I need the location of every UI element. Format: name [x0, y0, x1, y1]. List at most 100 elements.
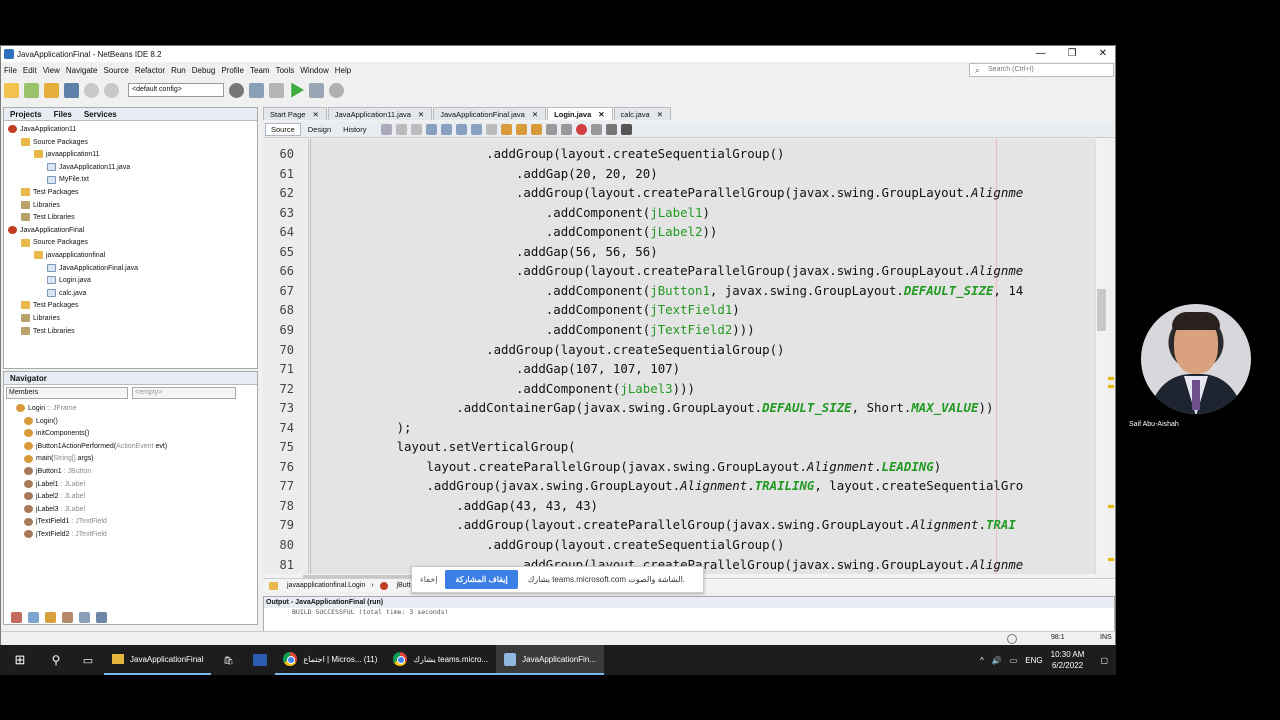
- tree-node[interactable]: JavaApplication11.java: [8, 162, 257, 175]
- close-tab-icon[interactable]: ✕: [306, 110, 318, 119]
- history-mode-button[interactable]: History: [338, 124, 371, 135]
- editor-tool-icon[interactable]: [486, 124, 498, 135]
- editor-vertical-scrollbar[interactable]: [1095, 139, 1107, 574]
- menu-source[interactable]: Source: [103, 66, 128, 75]
- editor-tool-icon[interactable]: [471, 124, 483, 135]
- build-hammer-icon[interactable]: [249, 82, 264, 98]
- navigator-member[interactable]: jLabel2 : JLabel: [16, 491, 257, 504]
- taskbar-item[interactable]: JavaApplicationFin...: [496, 645, 604, 675]
- filter-icon[interactable]: [28, 611, 39, 623]
- macro-stop-icon[interactable]: [591, 124, 603, 135]
- close-tab-icon[interactable]: ✕: [526, 110, 538, 119]
- tree-node[interactable]: Test Packages: [8, 300, 257, 313]
- new-file-icon[interactable]: [24, 82, 39, 98]
- tab-files[interactable]: Files: [48, 110, 78, 119]
- editor-tab[interactable]: Start Page ✕: [263, 107, 327, 120]
- tree-node[interactable]: Test Packages: [8, 187, 257, 200]
- close-tab-icon[interactable]: ✕: [651, 110, 663, 119]
- menu-profile[interactable]: Profile: [221, 66, 244, 75]
- members-filter[interactable]: Members: [6, 387, 128, 399]
- menu-debug[interactable]: Debug: [192, 66, 216, 75]
- warning-marker[interactable]: [1108, 505, 1114, 508]
- scroll-thumb[interactable]: [1097, 289, 1106, 331]
- code-line[interactable]: .addGroup(javax.swing.GroupLayout.Alignm…: [426, 478, 1023, 493]
- editor-tool-icon[interactable]: [561, 124, 573, 135]
- debug-icon[interactable]: [309, 82, 324, 98]
- code-line[interactable]: .addGroup(layout.createParallelGroup(jav…: [456, 517, 1016, 532]
- open-project-icon[interactable]: [44, 82, 59, 98]
- menu-window[interactable]: Window: [300, 66, 328, 75]
- search-input[interactable]: Search (Ctrl+I): [969, 63, 1114, 77]
- navigator-member[interactable]: jTextField1 : JTextField: [16, 516, 257, 529]
- code-line[interactable]: .addGroup(layout.createSequentialGroup(): [486, 537, 784, 552]
- clean-build-icon[interactable]: [269, 82, 284, 98]
- tree-node[interactable]: Test Libraries: [8, 212, 257, 225]
- menu-navigate[interactable]: Navigate: [66, 66, 98, 75]
- editor-tool-icon[interactable]: [516, 124, 528, 135]
- navigator-member[interactable]: jButton1ActionPerformed(ActionEvent evt): [16, 441, 257, 454]
- code-line[interactable]: .addGap(107, 107, 107): [516, 361, 680, 376]
- warning-marker[interactable]: [1108, 377, 1114, 380]
- filter-icon[interactable]: [11, 611, 22, 623]
- filter-icon[interactable]: [79, 611, 90, 623]
- editor-tab[interactable]: JavaApplication11.java ✕: [327, 107, 433, 120]
- search-icon[interactable]: ⚲: [40, 653, 72, 667]
- navigator-filter-input[interactable]: <empty>: [132, 387, 236, 399]
- tree-node[interactable]: Libraries: [8, 200, 257, 213]
- language-indicator[interactable]: ENG: [1025, 656, 1042, 665]
- taskbar-item[interactable]: JavaApplicationFinal: [104, 645, 212, 675]
- editor-tool-icon[interactable]: [606, 124, 618, 135]
- tree-node[interactable]: Test Libraries: [8, 326, 257, 339]
- tree-node[interactable]: Login.java: [8, 275, 257, 288]
- editor-tool-icon[interactable]: [456, 124, 468, 135]
- editor-tool-icon[interactable]: [531, 124, 543, 135]
- navigator-member[interactable]: jButton1 : JButton: [16, 466, 257, 479]
- editor-tool-icon[interactable]: [546, 124, 558, 135]
- menu-refactor[interactable]: Refactor: [135, 66, 165, 75]
- tab-projects[interactable]: Projects: [4, 110, 48, 119]
- tab-navigator[interactable]: Navigator: [4, 374, 53, 383]
- taskbar-item[interactable]: اجتماع | Micros... (11): [275, 645, 386, 675]
- save-all-icon[interactable]: [64, 82, 79, 98]
- code-line[interactable]: .addComponent(jLabel3))): [516, 381, 695, 396]
- macro-record-icon[interactable]: [576, 124, 588, 135]
- editor-tool-icon[interactable]: [441, 124, 453, 135]
- tree-node[interactable]: Libraries: [8, 313, 257, 326]
- chevron-up-icon[interactable]: ^: [980, 656, 984, 665]
- store-icon[interactable]: 🛍: [211, 656, 245, 665]
- code-area[interactable]: .addGroup(layout.createSequentialGroup()…: [310, 139, 1095, 574]
- editor-tab[interactable]: JavaApplicationFinal.java ✕: [433, 107, 547, 120]
- taskbar-item[interactable]: يشارك teams.micro...: [385, 645, 497, 675]
- network-icon[interactable]: ▭: [1010, 656, 1018, 665]
- find-icon[interactable]: [426, 124, 438, 135]
- tree-node[interactable]: Source Packages: [8, 137, 257, 150]
- notifications-icon[interactable]: ▢: [1100, 656, 1108, 665]
- notification-icon[interactable]: [1007, 634, 1017, 644]
- tree-node[interactable]: JavaApplicationFinal: [8, 225, 257, 238]
- tab-services[interactable]: Services: [78, 110, 123, 119]
- navigator-member[interactable]: jLabel1 : JLabel: [16, 479, 257, 492]
- code-line[interactable]: layout.createParallelGroup(javax.swing.G…: [426, 459, 941, 474]
- sort-icon[interactable]: [96, 611, 107, 623]
- warning-marker[interactable]: [1108, 385, 1114, 388]
- tree-node[interactable]: JavaApplicationFinal.java: [8, 263, 257, 276]
- code-line[interactable]: .addComponent(jTextField2))): [546, 322, 755, 337]
- output-title[interactable]: Output - JavaApplicationFinal (run): [264, 597, 1114, 608]
- run-icon[interactable]: [291, 82, 304, 98]
- code-line[interactable]: );: [397, 420, 412, 435]
- code-line[interactable]: .addGroup(layout.createParallelGroup(jav…: [516, 263, 1023, 278]
- filter-icon[interactable]: [62, 611, 73, 623]
- code-line[interactable]: layout.setVerticalGroup(: [397, 439, 576, 454]
- new-project-icon[interactable]: [4, 82, 19, 98]
- navigator-member[interactable]: Login(): [16, 416, 257, 429]
- close-tab-icon[interactable]: ✕: [412, 110, 424, 119]
- code-line[interactable]: .addGap(20, 20, 20): [516, 166, 658, 181]
- navigator-member[interactable]: main(String[] args): [16, 453, 257, 466]
- menu-team[interactable]: Team: [250, 66, 270, 75]
- profile-icon[interactable]: [329, 82, 344, 98]
- editor-tab[interactable]: Login.java ✕: [547, 107, 613, 120]
- code-line[interactable]: .addGroup(layout.createSequentialGroup(): [486, 342, 784, 357]
- code-line[interactable]: .addGroup(layout.createSequentialGroup(): [486, 146, 784, 161]
- tree-node[interactable]: JavaApplication11: [8, 124, 257, 137]
- code-line[interactable]: .addContainerGap(javax.swing.GroupLayout…: [456, 400, 993, 415]
